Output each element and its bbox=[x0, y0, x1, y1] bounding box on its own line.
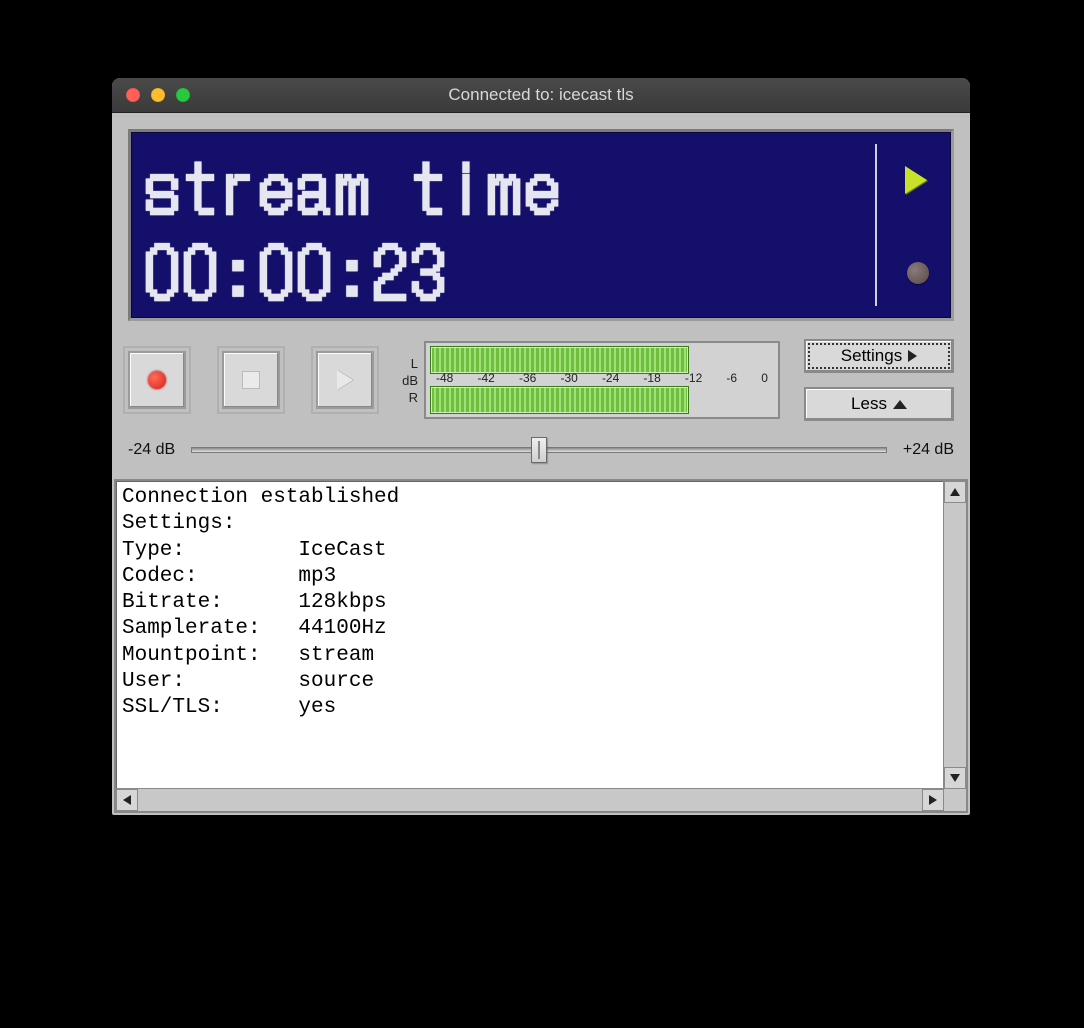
meter-bar-right bbox=[430, 386, 689, 414]
lcd-line2: 00:00:23 bbox=[145, 226, 861, 312]
meter-db-label: dB bbox=[396, 373, 418, 388]
meter-tick: -42 bbox=[477, 371, 494, 385]
record-icon bbox=[148, 371, 166, 389]
settings-button[interactable]: Settings bbox=[804, 339, 954, 373]
scroll-left-button[interactable] bbox=[116, 789, 138, 811]
main-panel: stream time 00:00:23 L dB R bbox=[112, 113, 970, 469]
log-area: Connection established Settings: Type: I… bbox=[114, 479, 968, 813]
arrow-up-icon bbox=[950, 488, 960, 496]
slider-max-label: +24 dB bbox=[903, 441, 954, 459]
vertical-scrollbar[interactable] bbox=[943, 481, 966, 789]
arrow-right-icon bbox=[929, 795, 937, 805]
chevron-up-icon bbox=[893, 400, 907, 409]
meter-tick: -36 bbox=[519, 371, 536, 385]
level-meter: L dB R -48 -42 -36 -30 -24 -18 -12 -6 0 bbox=[396, 341, 780, 419]
meter-tick: -12 bbox=[685, 371, 702, 385]
less-button[interactable]: Less bbox=[804, 387, 954, 421]
resize-corner[interactable] bbox=[943, 788, 966, 811]
chevron-right-icon bbox=[908, 350, 917, 362]
play-indicator-icon bbox=[905, 166, 927, 194]
scroll-down-button[interactable] bbox=[944, 767, 966, 789]
meter-left-label: L bbox=[396, 356, 418, 371]
meter-scale: -48 -42 -36 -30 -24 -18 -12 -6 0 bbox=[426, 371, 778, 385]
meter-tick: 0 bbox=[761, 371, 768, 385]
meter-tick: -6 bbox=[726, 371, 737, 385]
titlebar[interactable]: Connected to: icecast tls bbox=[112, 78, 970, 113]
record-button[interactable] bbox=[128, 351, 186, 409]
controls-row: L dB R -48 -42 -36 -30 -24 -18 -12 -6 0 Settings bbox=[128, 339, 954, 421]
lcd-line1: stream time bbox=[145, 140, 861, 226]
stop-button[interactable] bbox=[222, 351, 280, 409]
lcd-divider bbox=[875, 144, 877, 306]
gain-slider-row: -24 dB +24 dB bbox=[128, 441, 954, 459]
meter-tick: -48 bbox=[436, 371, 453, 385]
meter-box: -48 -42 -36 -30 -24 -18 -12 -6 0 bbox=[424, 341, 780, 419]
app-window: Connected to: icecast tls stream time 00… bbox=[112, 78, 970, 815]
scroll-up-button[interactable] bbox=[944, 481, 966, 503]
meter-bar-left bbox=[430, 346, 689, 374]
slider-thumb[interactable] bbox=[531, 437, 547, 463]
meter-right-label: R bbox=[396, 390, 418, 405]
horizontal-scrollbar[interactable] bbox=[116, 788, 944, 811]
zoom-icon[interactable] bbox=[176, 88, 190, 102]
play-button[interactable] bbox=[316, 351, 374, 409]
window-title: Connected to: icecast tls bbox=[112, 85, 970, 105]
log-content[interactable]: Connection established Settings: Type: I… bbox=[122, 485, 942, 787]
record-indicator-icon bbox=[907, 262, 929, 284]
stop-icon bbox=[242, 371, 260, 389]
arrow-left-icon bbox=[123, 795, 131, 805]
meter-tick: -18 bbox=[643, 371, 660, 385]
arrow-down-icon bbox=[950, 774, 960, 782]
close-icon[interactable] bbox=[126, 88, 140, 102]
lcd-display: stream time 00:00:23 bbox=[128, 129, 954, 321]
less-label: Less bbox=[851, 394, 887, 414]
scroll-right-button[interactable] bbox=[922, 789, 944, 811]
meter-tick: -30 bbox=[560, 371, 577, 385]
minimize-icon[interactable] bbox=[151, 88, 165, 102]
settings-label: Settings bbox=[841, 346, 902, 366]
gain-slider[interactable] bbox=[191, 446, 887, 454]
meter-tick: -24 bbox=[602, 371, 619, 385]
play-icon bbox=[337, 370, 353, 390]
slider-min-label: -24 dB bbox=[128, 441, 175, 459]
